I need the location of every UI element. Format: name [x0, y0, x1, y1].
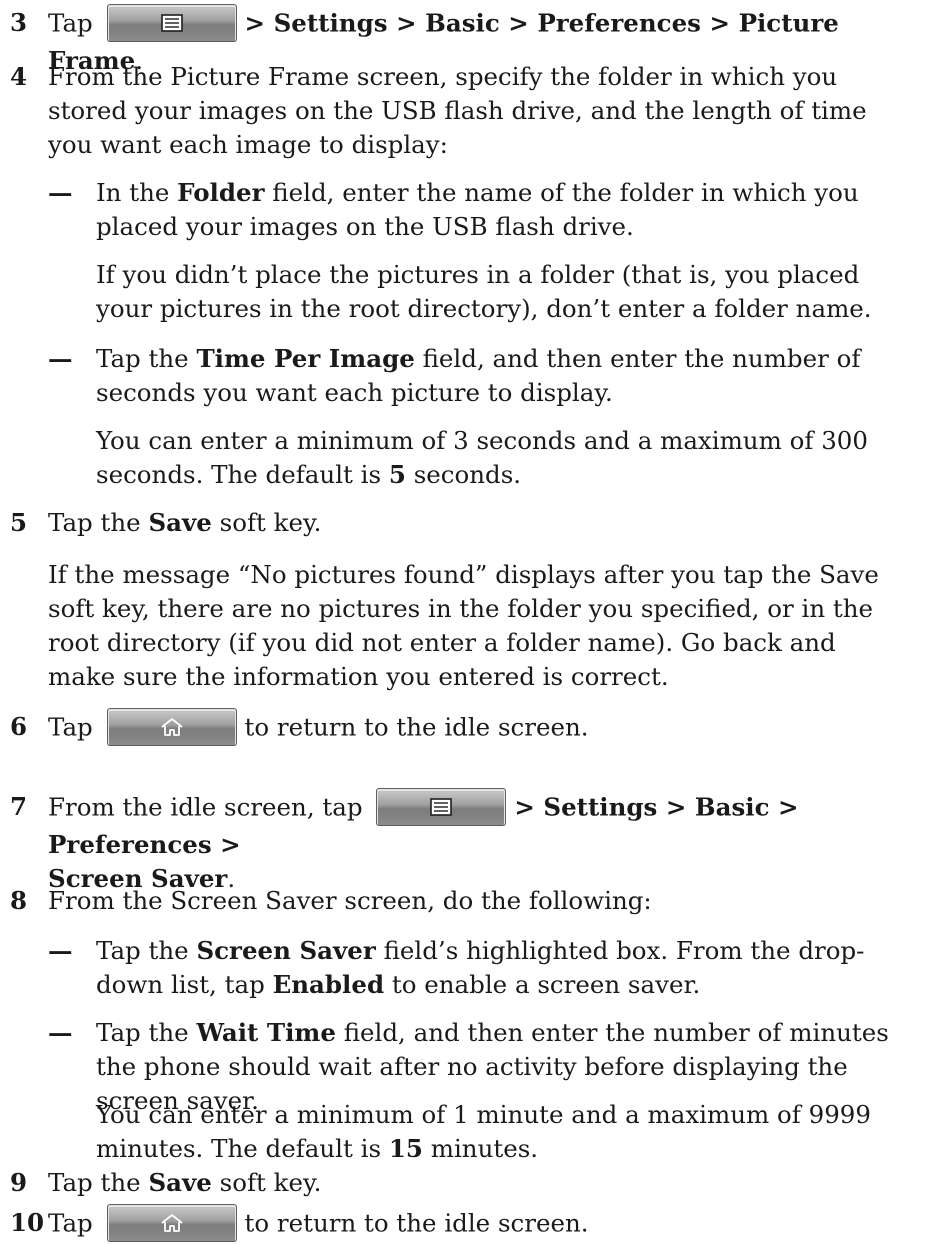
- menu-button[interactable]: [106, 4, 237, 42]
- step-text: From the Screen Saver screen, do the fol…: [48, 886, 652, 915]
- step-number: 9: [10, 1168, 28, 1197]
- bullet-text: In the Folder field, enter the name of t…: [96, 178, 859, 241]
- step-number: 6: [10, 712, 28, 741]
- note-text: If the message “No pictures found” displ…: [48, 560, 879, 691]
- note-text: You can enter a minimum of 3 seconds and…: [96, 426, 868, 489]
- field-name: Screen Saver: [196, 936, 376, 965]
- menu-icon: [430, 798, 453, 816]
- note-text: If you didn’t place the pictures in a fo…: [96, 260, 872, 323]
- home-button[interactable]: [106, 1204, 237, 1242]
- dash-bullet: —: [48, 1018, 73, 1047]
- soft-key-name: Save: [148, 1168, 212, 1197]
- bullet-text: Tap the Time Per Image field, and then e…: [96, 344, 861, 407]
- step-number: 7: [10, 792, 28, 821]
- dash-bullet: —: [48, 344, 73, 373]
- step-number: 5: [10, 508, 28, 537]
- step-number: 8: [10, 886, 28, 915]
- option-name: Enabled: [272, 970, 385, 999]
- step-text: From the idle screen, tap > Settings > B…: [48, 788, 906, 896]
- menu-icon: [160, 14, 183, 32]
- default-value: 15: [388, 1134, 423, 1163]
- step-number: 4: [10, 62, 28, 91]
- note-text: You can enter a minimum of 1 minute and …: [96, 1100, 871, 1163]
- soft-key-name: Save: [148, 508, 212, 537]
- step-text: Tap the Save soft key.: [48, 1168, 322, 1197]
- dash-bullet: —: [48, 936, 73, 965]
- step-text: Tap to return to the idle screen.: [48, 708, 906, 748]
- step-text: From the Picture Frame screen, specify t…: [48, 62, 867, 159]
- instruction-page: 3 Tap > Settings > Basic > Preferences >…: [0, 0, 930, 1243]
- field-name: Wait Time: [196, 1018, 336, 1047]
- default-value: 5: [388, 460, 406, 489]
- home-icon: [160, 718, 183, 736]
- bullet-text: Tap the Screen Saver field’s highlighted…: [96, 936, 865, 999]
- step-number: 10: [10, 1208, 45, 1237]
- field-name: Folder: [177, 178, 265, 207]
- menu-button[interactable]: [376, 788, 507, 826]
- field-name: Time Per Image: [196, 344, 415, 373]
- step-text: Tap to return to the idle screen.: [48, 1204, 906, 1244]
- dash-bullet: —: [48, 178, 73, 207]
- step-number: 3: [10, 8, 28, 37]
- step-text-lead: Tap: [48, 8, 93, 38]
- home-icon: [160, 1214, 183, 1232]
- home-button[interactable]: [106, 708, 237, 746]
- step-text: Tap the Save soft key.: [48, 508, 322, 537]
